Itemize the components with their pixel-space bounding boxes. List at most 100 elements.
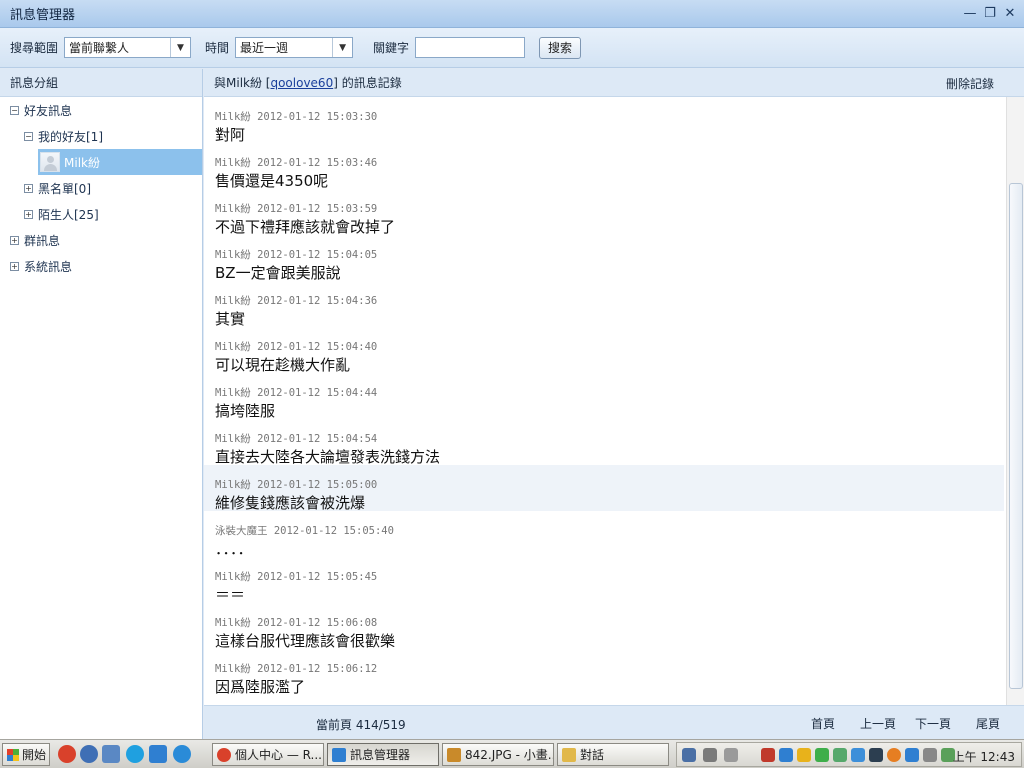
message-item: Milk紛 2012-01-12 15:04:40 可以現在趁機大作亂 [204, 327, 1004, 374]
next-page-button[interactable]: 下一頁 [915, 715, 951, 732]
time-select[interactable]: 最近一週 ▼ [235, 37, 354, 58]
tray-app-icon[interactable] [869, 748, 883, 762]
message-meta: 泳裝大魔王 2012-01-12 15:05:40 [215, 525, 394, 537]
search-toolbar: 搜尋範圍 當前聯繫人 ▼ 時間 最近一週 ▼ 關鍵字 搜索 [0, 28, 1024, 68]
tree-item-blacklist[interactable]: + 黑名單[0] [0, 175, 202, 201]
message-item: Milk紛 2012-01-12 15:03:30 對阿 [204, 97, 1004, 144]
tray-app-icon[interactable] [887, 748, 901, 762]
taskbar-item[interactable]: 個人中心 — R... [212, 743, 324, 766]
minimize-button[interactable]: — [962, 5, 978, 21]
message-text: 不過下禮拜應該就會改掉了 [215, 218, 396, 236]
taskbar-item[interactable]: 842.JPG - 小畫... [442, 743, 554, 766]
expand-icon[interactable]: + [24, 209, 33, 219]
clock: 上午 12:43 [952, 750, 1015, 764]
start-button[interactable]: 開始 [2, 743, 50, 766]
message-item: Milk紛 2012-01-12 15:04:05 BZ一定會跟美服說 [204, 235, 1004, 282]
windows-logo-icon [7, 748, 19, 761]
chevron-down-icon[interactable]: ▼ [332, 38, 352, 57]
message-item: Milk紛 2012-01-12 15:04:54 直接去大陸各大論壇發表洗錢方… [204, 419, 1004, 466]
tree-item-label: 群訊息 [24, 233, 61, 248]
task-label: 訊息管理器 [350, 748, 411, 762]
folder-icon [562, 747, 576, 762]
delete-records-button[interactable]: 刪除記錄 [946, 75, 994, 92]
scope-value: 當前聯繫人 [69, 41, 130, 55]
tray-app-icon[interactable] [703, 748, 717, 762]
keyword-input[interactable] [415, 37, 526, 58]
chrome-icon[interactable] [58, 745, 76, 763]
tree-item-label: 系統訊息 [24, 259, 73, 274]
message-text: 維修隻錢應該會被洗爆 [215, 494, 366, 512]
tree-item-my-friends[interactable]: − 我的好友[1] [0, 123, 202, 149]
message-text: 其實 [215, 310, 246, 328]
taskbar-item[interactable]: 對話 [557, 743, 669, 766]
tray-app-icon[interactable] [905, 748, 919, 762]
first-page-button[interactable]: 首頁 [811, 715, 835, 732]
search-button[interactable]: 搜索 [539, 36, 582, 59]
message-item: Milk紛 2012-01-12 15:05:45 ＝＝ [204, 557, 1004, 604]
message-meta: Milk紛 2012-01-12 15:06:12 [215, 663, 378, 675]
tray-app-icon[interactable] [682, 748, 696, 762]
tray-app-icon[interactable] [761, 748, 775, 762]
chevron-down-icon[interactable]: ▼ [170, 38, 190, 57]
message-item: Milk紛 2012-01-12 15:03:59 不過下禮拜應該就會改掉了 [204, 189, 1004, 236]
message-meta: Milk紛 2012-01-12 15:03:46 [215, 157, 378, 169]
window-title: 訊息管理器 [10, 8, 76, 23]
system-tray: 上午 12:43 [676, 742, 1022, 767]
expand-icon[interactable]: + [10, 235, 19, 245]
tree-item-system-messages[interactable]: + 系統訊息 [0, 253, 202, 279]
expand-icon[interactable]: + [10, 261, 19, 271]
message-text: ＝＝ [215, 586, 246, 604]
message-history-panel: 與Milk紛 [ qoolove60 ] 的訊息記錄 刪除記錄 Milk紛 20… [204, 69, 1024, 739]
tray-app-icon[interactable] [779, 748, 793, 762]
message-item: 泳裝大魔王 2012-01-12 15:05:40 ．．．． [204, 511, 1004, 558]
header-suffix: ] 的訊息記錄 [333, 76, 402, 90]
message-text: 售價還是4350呢 [215, 172, 329, 190]
tray-app-icon[interactable] [833, 748, 847, 762]
messenger-icon [332, 747, 346, 762]
tree-item-label: Milk紛 [64, 155, 100, 170]
media-player-icon[interactable] [80, 745, 98, 763]
prev-page-button[interactable]: 上一頁 [860, 715, 896, 732]
scope-select[interactable]: 當前聯繫人 ▼ [64, 37, 192, 58]
message-meta: Milk紛 2012-01-12 15:04:44 [215, 387, 378, 399]
message-meta: Milk紛 2012-01-12 15:03:59 [215, 203, 378, 215]
skype-icon[interactable] [126, 745, 144, 763]
taskbar-item-active[interactable]: 訊息管理器 [327, 743, 439, 766]
qq-icon[interactable] [797, 748, 811, 762]
internet-explorer-icon[interactable] [173, 745, 191, 763]
tree-item-label: 黑名單[0] [38, 181, 91, 196]
message-text: ．．．． [215, 540, 253, 558]
scope-label: 搜尋範圍 [10, 41, 59, 55]
scrollbar-thumb[interactable] [1009, 183, 1023, 689]
tree-item-contact-selected[interactable]: Milk紛 [38, 149, 202, 175]
sidebar-header: 訊息分組 [0, 69, 202, 97]
message-meta: Milk紛 2012-01-12 15:04:40 [215, 341, 378, 353]
expand-icon[interactable]: + [24, 183, 33, 193]
tree-item-group-messages[interactable]: + 群訊息 [0, 227, 202, 253]
tree-item-label: 好友訊息 [24, 103, 73, 118]
app-window-icon[interactable] [102, 745, 120, 763]
window-controls: — ❐ ✕ [962, 5, 1018, 21]
message-item: Milk紛 2012-01-12 15:06:12 因爲陸服濫了 [204, 649, 1004, 696]
tray-app-icon[interactable] [923, 748, 937, 762]
collapse-icon[interactable]: − [10, 105, 19, 115]
tray-app-icon[interactable] [724, 748, 738, 762]
close-button[interactable]: ✕ [1002, 5, 1018, 21]
tree-item-strangers[interactable]: + 陌生人[25] [0, 201, 202, 227]
message-item: Milk紛 2012-01-12 15:04:44 搞垮陸服 [204, 373, 1004, 420]
messenger-icon[interactable] [149, 745, 167, 763]
tree-item-friends[interactable]: − 好友訊息 [0, 97, 202, 123]
message-list: Milk紛 2012-01-12 15:03:30 對阿 Milk紛 2012-… [204, 97, 1004, 705]
message-meta: Milk紛 2012-01-12 15:05:45 [215, 571, 378, 583]
tray-app-icon[interactable] [851, 748, 865, 762]
last-page-button[interactable]: 尾頁 [976, 715, 1000, 732]
tray-app-icon[interactable] [815, 748, 829, 762]
vertical-scrollbar[interactable] [1006, 97, 1024, 705]
task-label: 842.JPG - 小畫... [465, 748, 554, 762]
message-text: 因爲陸服濫了 [215, 678, 306, 696]
task-label: 個人中心 — R... [235, 748, 322, 762]
current-page-indicator: 當前頁 414/519 [316, 718, 406, 732]
collapse-icon[interactable]: − [24, 131, 33, 141]
peer-id-link[interactable]: qoolove60 [270, 76, 333, 90]
maximize-button[interactable]: ❐ [982, 5, 998, 21]
